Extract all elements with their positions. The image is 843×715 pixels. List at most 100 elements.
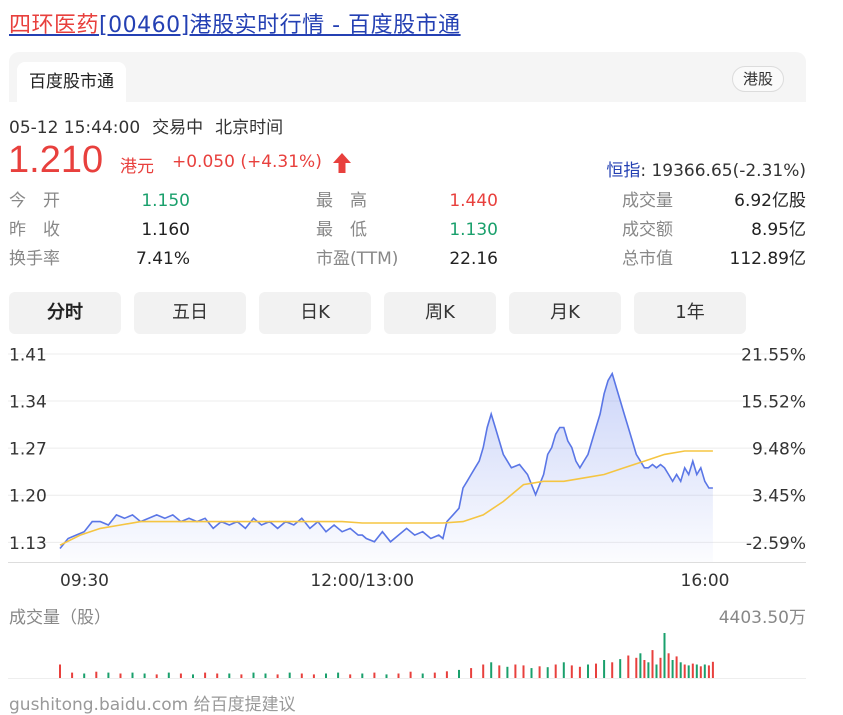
index-quote[interactable]: 恒指: 19366.65(-2.31%) (606, 156, 806, 181)
volume-bar (433, 672, 436, 678)
volume-bar (619, 659, 622, 678)
volume-bar (143, 673, 146, 678)
pct-tick-label: 3.45% (752, 487, 806, 507)
volume-bar (337, 672, 340, 678)
volume-bar (506, 666, 509, 679)
volume-bar (264, 673, 267, 678)
volume-bar (635, 657, 638, 679)
stock-name[interactable]: 四环医药 (9, 13, 99, 38)
stat-value-volume: 6.92亿股 (734, 191, 806, 211)
volume-bar (627, 655, 630, 678)
stat-value-pe: 22.16 (449, 249, 498, 269)
pct-tick-label: 9.48% (752, 440, 806, 460)
y-tick-label: 1.13 (9, 534, 47, 554)
stat-value-high: 1.440 (449, 191, 498, 211)
volume-bar (482, 664, 485, 678)
volume-bar (667, 653, 670, 679)
volume-bar (95, 671, 98, 678)
stat-value-market-cap: 112.89亿 (729, 249, 806, 269)
volume-bar (587, 664, 589, 678)
volume-bar (611, 662, 614, 678)
tab-daily-k[interactable]: 日K (259, 292, 371, 334)
volume-bar (216, 673, 219, 678)
volume-bar (421, 673, 424, 678)
y-tick-label: 1.20 (9, 487, 47, 507)
volume-bar (373, 672, 376, 678)
volume-bar (562, 662, 565, 678)
market-badge: 港股 (731, 66, 784, 92)
tab-five-day[interactable]: 五日 (134, 292, 246, 334)
stat-label-turnover-amount: 成交额 (622, 220, 673, 240)
volume-bar (276, 674, 279, 678)
volume-bar (554, 664, 557, 678)
volume-bar (711, 661, 714, 678)
volume-bar (675, 656, 678, 678)
up-arrow-icon (333, 153, 351, 173)
volume-bar (325, 673, 327, 678)
volume-bar (659, 657, 662, 679)
stat-label-low: 最 低 (316, 220, 367, 240)
volume-bar (83, 673, 86, 678)
page-title[interactable]: 四环医药[00460]港股实时行情 - 百度股市通 (9, 10, 461, 42)
volume-bar (595, 663, 597, 678)
volume-bar (445, 671, 448, 679)
pct-tick-label: 21.55% (741, 345, 806, 365)
tab-one-year[interactable]: 1年 (634, 292, 746, 334)
volume-bar (397, 673, 400, 678)
tab-monthly-k[interactable]: 月K (509, 292, 621, 334)
volume-bar (71, 672, 74, 678)
stat-label-turnover-rate: 换手率 (9, 249, 60, 269)
volume-bar (651, 650, 654, 678)
volume-bar (119, 673, 122, 678)
volume-bar (409, 671, 412, 678)
timezone-label: 北京时间 (215, 118, 284, 138)
price-area (60, 373, 713, 562)
volume-bar (131, 672, 134, 678)
stat-label-market-cap: 总市值 (622, 249, 673, 269)
source-tab-bar: 百度股市通 港股 (9, 52, 806, 102)
volume-bar (639, 653, 642, 679)
volume-bar (204, 672, 207, 678)
volume-bar (546, 667, 549, 678)
y-tick-label: 1.34 (9, 393, 47, 413)
stat-label-high: 最 高 (316, 191, 367, 211)
index-value: : 19366.65(-2.31%) (640, 161, 806, 181)
volume-bar (179, 673, 182, 678)
volume-bar (498, 665, 501, 678)
volume-bar (490, 662, 493, 678)
volume-bar (655, 664, 658, 678)
intraday-chart[interactable]: 1.41 21.55% 1.34 15.52% 1.27 9.48% 1.20 3.45% 1.… (0, 340, 843, 685)
volume-bar (703, 664, 706, 678)
x-tick-label: 12:00/13:00 (310, 571, 414, 591)
tab-intraday[interactable]: 分时 (9, 292, 121, 334)
volume-bar (643, 660, 646, 678)
trading-status: 交易中 (152, 118, 204, 138)
volume-bar (252, 672, 255, 678)
index-name[interactable]: 恒指 (606, 161, 640, 181)
source-tab[interactable]: 百度股市通 (17, 62, 126, 102)
footer-text[interactable]: gushitong.baidu.com 给百度提建议 (9, 690, 296, 715)
title-rest[interactable]: [00460]港股实时行情 - 百度股市通 (99, 13, 461, 38)
current-price: 1.210 (8, 139, 104, 181)
tab-weekly-k[interactable]: 周K (384, 292, 496, 334)
volume-bar (671, 660, 674, 678)
volume-bar (192, 674, 194, 678)
stat-label-open: 今 开 (9, 191, 60, 211)
stat-value-turnover-amount: 8.95亿 (751, 220, 806, 240)
volume-bar (683, 664, 686, 678)
volume-bar (228, 673, 231, 678)
volume-bar (695, 664, 698, 678)
price-unit: 港元 (120, 157, 154, 177)
volume-bar (603, 660, 606, 678)
volume-bar (155, 674, 158, 678)
quote-meta: 05-12 15:44:00 交易中 北京时间 (9, 113, 295, 138)
volume-bar (699, 666, 702, 678)
volume-bar (578, 666, 581, 679)
x-tick-label: 16:00 (681, 571, 730, 591)
volume-bar (59, 664, 61, 678)
volume-max-label: 4403.50万 (719, 608, 806, 628)
stat-value-prev-close: 1.160 (141, 220, 190, 240)
volume-bar (240, 674, 243, 678)
pct-tick-label: 15.52% (741, 393, 806, 413)
volume-bar (687, 665, 690, 678)
